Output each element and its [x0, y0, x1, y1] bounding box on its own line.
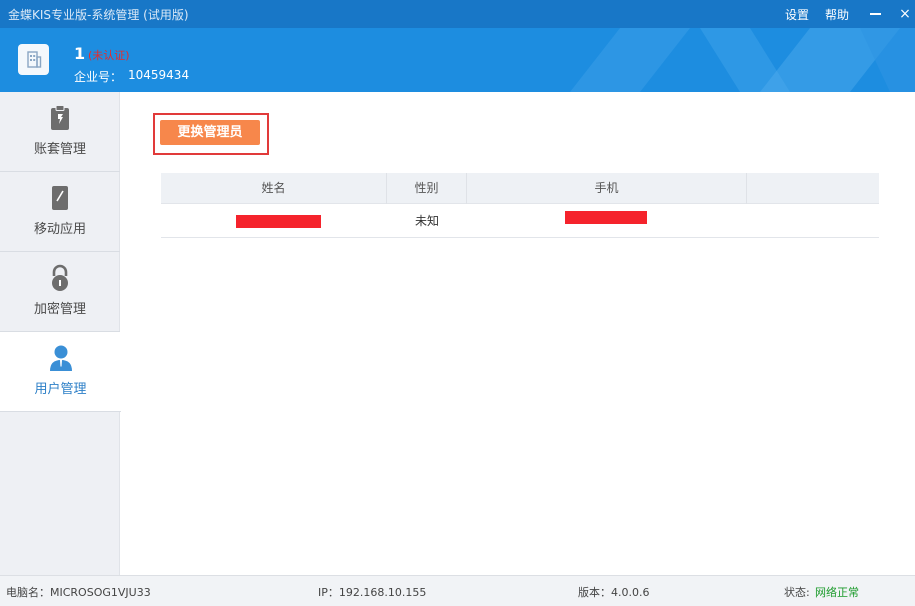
company-id: 1	[74, 44, 86, 63]
status-bar: 电脑名：MICROSOG1VJU33 IP：192.168.10.155 版本：…	[0, 575, 915, 606]
column-header-extra	[747, 173, 879, 204]
status-label: 状态:	[784, 586, 810, 599]
redaction-mark	[236, 215, 321, 228]
help-link[interactable]: 帮助	[825, 6, 849, 23]
settings-link[interactable]: 设置	[785, 6, 809, 23]
company-number: 10459434	[128, 68, 190, 82]
column-header-phone[interactable]: 手机	[467, 173, 747, 204]
company-building-icon	[18, 44, 49, 75]
cell-name	[161, 204, 387, 238]
redaction-mark	[565, 211, 647, 224]
sidebar-item-mobile-apps[interactable]: 移动应用	[0, 172, 120, 252]
sidebar-item-label: 加密管理	[33, 302, 86, 317]
table-row[interactable]: 未知	[161, 204, 879, 238]
padlock-icon	[47, 264, 73, 292]
sidebar-item-encryption[interactable]: 加密管理	[0, 252, 120, 332]
title-bar-controls: 设置 帮助 ×	[785, 0, 915, 28]
sidebar-item-label: 移动应用	[33, 222, 86, 237]
users-table: 姓名 性别 手机 未知	[161, 173, 879, 238]
cell-extra	[747, 204, 879, 238]
column-header-name[interactable]: 姓名	[161, 173, 387, 204]
table-header: 姓名 性别 手机	[161, 173, 879, 204]
sidebar-item-account-sets[interactable]: 账套管理	[0, 92, 120, 172]
company-status-badge[interactable]: (未认证)	[88, 47, 130, 63]
minimize-icon	[869, 13, 881, 15]
version-info: 版本：4.0.0.6	[578, 586, 650, 599]
company-number-label: 企业号：	[74, 70, 123, 84]
cell-gender: 未知	[414, 214, 439, 228]
ip-address: IP：192.168.10.155	[318, 586, 427, 599]
sidebar-item-user-management[interactable]: 用户管理	[0, 332, 121, 412]
window-title: 金蝶KIS专业版-系统管理 (试用版)	[8, 7, 189, 22]
minimize-button[interactable]	[865, 0, 885, 28]
banner-decoration	[570, 28, 915, 92]
app-window: 金蝶KIS专业版-系统管理 (试用版) 设置 帮助 × 1 (未认证) 企业号：	[0, 0, 915, 606]
change-admin-button[interactable]: 更换管理员	[160, 120, 260, 145]
cell-phone	[467, 204, 747, 238]
user-icon	[48, 344, 74, 372]
network-status-badge: 网络正常	[815, 586, 859, 599]
user-management-panel: 更换管理员 姓名 性别 手机 未知	[121, 92, 915, 575]
computer-name: 电脑名：MICROSOG1VJU33	[6, 586, 151, 599]
column-header-gender[interactable]: 性别	[387, 173, 467, 204]
mobile-phone-icon	[47, 184, 73, 212]
clipboard-wrench-icon	[47, 104, 73, 132]
title-bar: 金蝶KIS专业版-系统管理 (试用版) 设置 帮助 ×	[0, 0, 915, 28]
sidebar-item-label: 账套管理	[33, 142, 86, 157]
company-banner: 1 (未认证) 企业号： 10459434	[0, 28, 915, 92]
sidebar: 账套管理 移动应用 加密管理 用户管理	[0, 92, 121, 575]
sidebar-item-label: 用户管理	[34, 382, 87, 397]
close-button[interactable]: ×	[895, 0, 915, 28]
